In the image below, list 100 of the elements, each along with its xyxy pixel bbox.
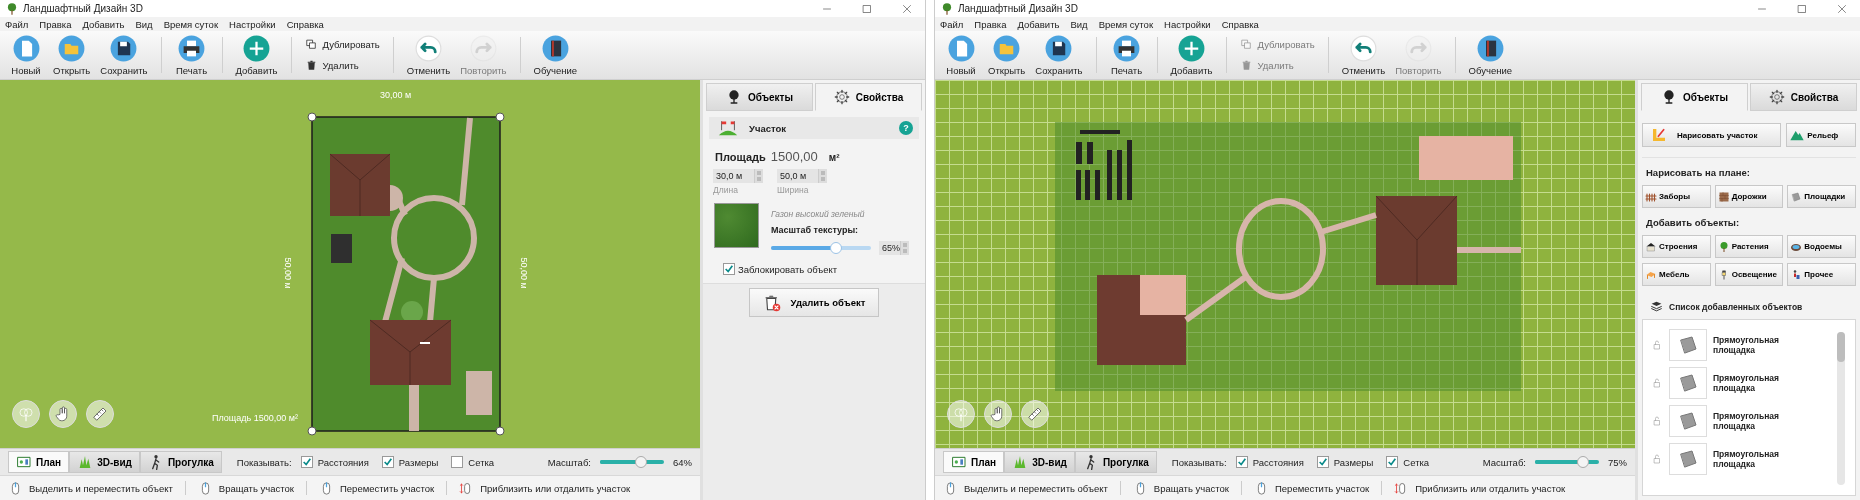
texture-scale-label: Масштаб текстуры: [771, 225, 860, 235]
settings-icon [833, 89, 850, 105]
lawn-canvas[interactable] [935, 80, 1635, 448]
canvas-tool-button[interactable] [86, 400, 114, 428]
toolbar-button[interactable]: Добавить [1167, 31, 1216, 79]
checkbox[interactable] [1386, 456, 1399, 468]
printer-icon [1113, 34, 1141, 62]
checkbox[interactable] [381, 456, 394, 468]
canvas-tool-button[interactable] [984, 400, 1012, 428]
copy-icon [1239, 38, 1253, 51]
menu-item[interactable]: Настройки [229, 18, 276, 30]
slider-thumb[interactable] [830, 242, 842, 254]
slider-thumb[interactable] [1577, 456, 1589, 468]
dimension-field[interactable]: 50,0 м [777, 169, 827, 183]
panel-button[interactable]: Освещение [1714, 263, 1784, 286]
menu-item[interactable]: Добавить [82, 18, 125, 30]
panel-button[interactable]: Растения [1714, 235, 1784, 258]
toolbar-button[interactable]: Открыть [985, 31, 1029, 79]
toolbar-button[interactable]: Сохранить [97, 31, 151, 79]
panel-button[interactable]: Водоемы [1787, 235, 1856, 258]
toolbar-button[interactable]: Отменить [403, 31, 454, 79]
toolbar-button[interactable]: Печать [1106, 31, 1147, 79]
tree-icon [940, 1, 954, 16]
list-item[interactable]: Прямоугольная площадка [1651, 406, 1837, 436]
toolbar-button[interactable]: Обучение [1465, 31, 1516, 79]
menu-item[interactable]: Справка [1221, 18, 1259, 30]
panel-button[interactable]: Рельеф [1786, 123, 1856, 147]
toolbar-button[interactable]: Новый [6, 31, 46, 79]
panel-tab[interactable]: Объекты [706, 83, 813, 111]
window-title: Ландшафтный Дизайн 3D [958, 3, 1078, 14]
dimension-field[interactable]: 30,0 м [713, 169, 763, 183]
list-title: Список добавленных объектов [1669, 301, 1803, 312]
checkbox-label: Размеры [1333, 456, 1374, 468]
checkbox[interactable] [1235, 456, 1248, 468]
menu-item[interactable]: Файл [5, 18, 29, 30]
menu-item[interactable]: Время суток [163, 18, 219, 30]
toolbar-button[interactable]: Дублировать [301, 38, 383, 51]
texture-scale-field[interactable]: 65% [879, 241, 909, 255]
view-tab[interactable]: Прогулка [139, 451, 222, 473]
section-heading: Нарисовать на плане: [1645, 167, 1751, 178]
canvas-tool-button[interactable] [947, 400, 975, 428]
hint-text: Переместить участок [340, 482, 435, 494]
area-value: 1500,00 [770, 149, 818, 164]
toolbar-button[interactable]: Открыть [50, 31, 94, 79]
toolbar-button[interactable]: Удалить [301, 59, 383, 72]
scrollbar[interactable] [1837, 332, 1845, 485]
tree-icon [1717, 240, 1730, 253]
view-tab[interactable]: 3D-вид [69, 451, 140, 473]
toolbar-button[interactable]: Печать [171, 31, 212, 79]
toolbar-button[interactable]: Добавить [232, 31, 281, 79]
canvas-tool-button[interactable] [1021, 400, 1049, 428]
menu-item[interactable]: Время суток [1098, 18, 1154, 30]
plan-icon [16, 454, 32, 470]
panel-button[interactable]: Дорожки [1714, 185, 1784, 208]
delete-object-button[interactable]: Удалить объект [749, 288, 879, 317]
list-item[interactable]: Прямоугольная площадка [1651, 444, 1837, 474]
panel-button[interactable]: Площадки [1787, 185, 1856, 208]
grass-texture-swatch[interactable] [714, 203, 759, 248]
canvas-tool-button[interactable] [49, 400, 77, 428]
lock-icon [1651, 415, 1663, 427]
panel-button[interactable]: Нарисовать участок [1642, 123, 1782, 147]
view-tab[interactable]: План [8, 451, 70, 473]
panel-button[interactable]: Строения [1642, 235, 1711, 258]
checkbox[interactable] [451, 456, 464, 468]
menu-item[interactable]: Файл [940, 18, 964, 30]
panel-tab[interactable]: Объекты [1641, 83, 1748, 111]
menu-item[interactable]: Вид [1070, 18, 1088, 30]
dimension-label: 50,00 м [282, 257, 293, 289]
menu-item[interactable]: Добавить [1017, 18, 1060, 30]
checkbox[interactable] [723, 263, 735, 275]
panel-button[interactable]: Заборы [1642, 185, 1711, 208]
menu-item[interactable]: Правка [39, 18, 72, 30]
view-tab[interactable]: 3D-вид [1004, 451, 1075, 473]
slider-thumb[interactable] [634, 456, 647, 468]
panel-button[interactable]: Прочее [1787, 263, 1856, 286]
list-item[interactable]: Прямоугольная площадка [1651, 368, 1837, 398]
zoom-label: Масштаб: [547, 456, 591, 468]
toolbar-button[interactable]: Обучение [530, 31, 581, 79]
checkbox-label: Заблокировать объект [738, 263, 838, 275]
checkbox[interactable] [300, 456, 313, 468]
view-tab[interactable]: План [943, 451, 1005, 473]
panel-tab[interactable]: Свойства [1750, 83, 1857, 111]
toolbar-button[interactable]: Новый [941, 31, 981, 79]
canvas-tool-button[interactable] [12, 400, 40, 428]
fence-icon [1645, 190, 1657, 203]
toolbar-button[interactable]: Сохранить [1032, 31, 1086, 79]
checkbox[interactable] [1316, 456, 1329, 468]
view-tab[interactable]: Прогулка [1074, 451, 1157, 473]
panel-tab[interactable]: Свойства [815, 83, 922, 111]
list-item[interactable]: Прямоугольная площадка [1651, 330, 1837, 360]
menu-item[interactable]: Настройки [1164, 18, 1211, 30]
hint-text: Выделить и переместить объект [964, 482, 1108, 494]
menu-item[interactable]: Вид [135, 18, 153, 30]
texture-name: Газон высокий зеленый [771, 209, 866, 219]
toolbar-button[interactable]: Отменить [1338, 31, 1389, 79]
menu-item[interactable]: Справка [286, 18, 324, 30]
panel-button[interactable]: Мебель [1642, 263, 1711, 286]
document-icon [947, 34, 975, 62]
zoom-label: Масштаб: [1482, 456, 1526, 468]
menu-item[interactable]: Правка [974, 18, 1007, 30]
